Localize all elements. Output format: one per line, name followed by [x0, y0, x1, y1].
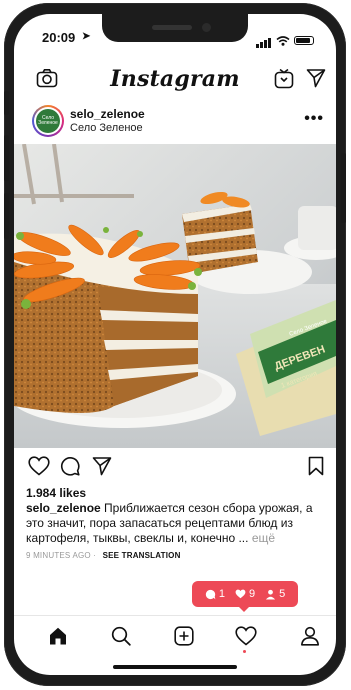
post-location[interactable]: Село Зеленое: [70, 122, 143, 134]
power-button: [341, 153, 346, 223]
notif-follows-count: 5: [279, 588, 286, 600]
caption-username[interactable]: selo_zelenoe: [26, 501, 101, 515]
post-photo[interactable]: ДЕРЕВЕН Село Зеленое 1 категория: [14, 144, 336, 448]
bottom-tab-bar: [14, 615, 336, 660]
heart-icon[interactable]: [28, 456, 50, 476]
speaker: [152, 25, 192, 30]
post-caption: selo_zelenoe Приближается сезон сбора ур…: [26, 501, 326, 546]
signal-icon: [256, 33, 272, 48]
activity-icon[interactable]: [235, 626, 257, 646]
direct-icon[interactable]: [306, 68, 326, 88]
meta-separator: ·: [93, 551, 97, 560]
igtv-icon[interactable]: [274, 68, 294, 89]
location-arrow-icon: ➤: [82, 31, 91, 42]
avatar[interactable]: Село Зеленое: [32, 105, 64, 137]
battery-icon: [294, 36, 314, 45]
home-indicator[interactable]: [113, 665, 237, 669]
share-icon[interactable]: [92, 456, 112, 476]
home-icon[interactable]: [48, 626, 68, 646]
post-actions: [14, 454, 336, 480]
search-icon[interactable]: [111, 626, 131, 646]
time-ago: 9 MINUTES AGO: [26, 551, 91, 560]
volume-up-button: [4, 135, 9, 181]
app-header: Instagram: [14, 62, 336, 98]
notch: [102, 14, 248, 42]
cake-photo-illustration: ДЕРЕВЕН Село Зеленое 1 категория: [14, 144, 336, 448]
notif-likes-count: 9: [248, 588, 256, 600]
activity-notification[interactable]: 1 9 5: [192, 581, 298, 612]
see-translation-link[interactable]: SEE TRANSLATION: [103, 551, 181, 560]
comment-icon[interactable]: [60, 456, 80, 476]
mute-switch: [4, 91, 9, 115]
like-heart-icon: [235, 589, 246, 599]
front-camera: [202, 23, 211, 32]
post-header: Село Зеленое selo_zelenoe Село Зеленое •…: [14, 102, 336, 146]
activity-dot: [243, 650, 246, 653]
avatar-text: Село Зеленое: [38, 115, 58, 126]
status-time: 20:09: [42, 30, 76, 45]
more-icon[interactable]: •••: [304, 110, 324, 128]
post-username[interactable]: selo_zelenoe: [70, 107, 145, 121]
volume-down-button: [4, 193, 9, 239]
post-meta: 9 MINUTES AGO · SEE TRANSLATION: [26, 551, 181, 560]
caption-more-link[interactable]: ещё: [252, 531, 275, 545]
add-icon[interactable]: [174, 626, 194, 646]
bookmark-icon[interactable]: [308, 456, 324, 476]
follower-icon: [265, 589, 276, 600]
screen: 20:09 ➤ Instagram Село Зеленое selo_zele…: [14, 14, 336, 675]
comment-bubble-icon: [205, 589, 216, 599]
wifi-icon: [276, 35, 290, 46]
likes-count[interactable]: 1.984 likes: [26, 486, 86, 500]
notif-comments-count: 1: [218, 588, 225, 600]
phone-frame: 20:09 ➤ Instagram Село Зеленое selo_zele…: [4, 3, 346, 686]
profile-icon[interactable]: [300, 626, 320, 646]
